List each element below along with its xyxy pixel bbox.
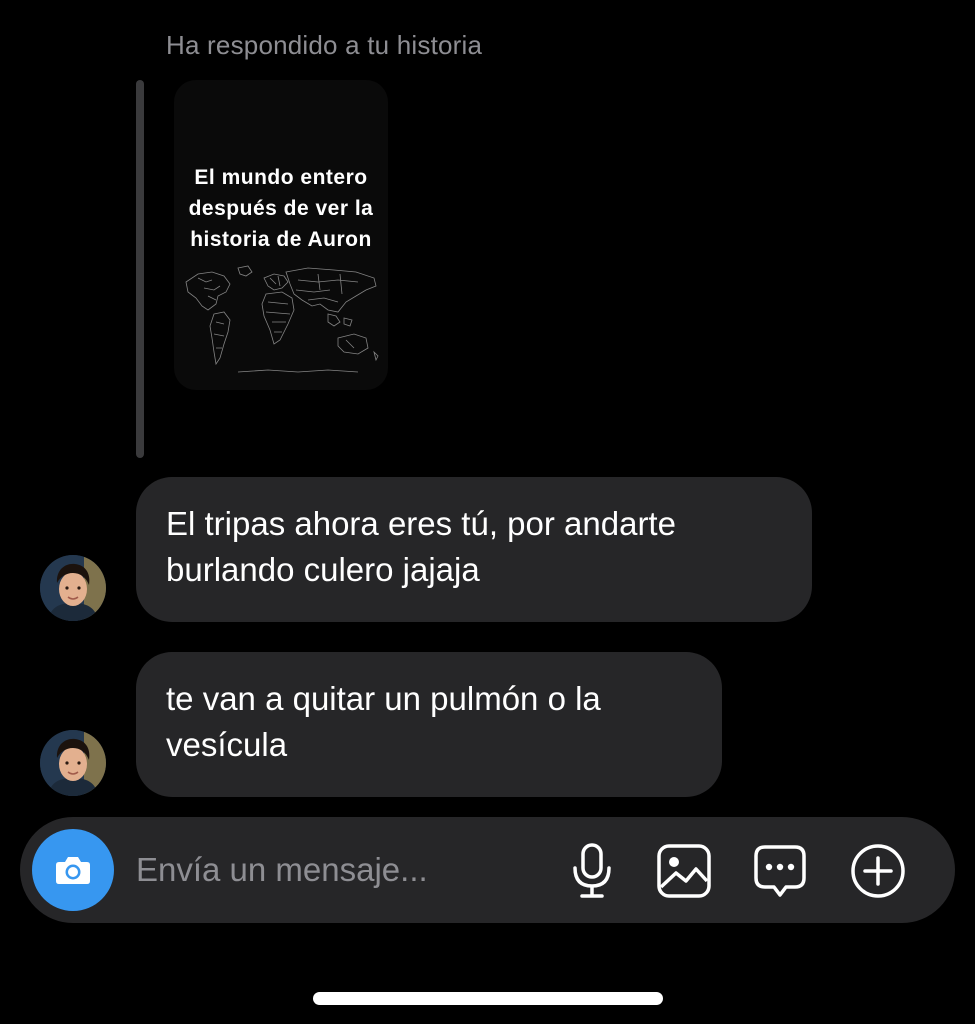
profile-photo [40, 555, 106, 621]
plus-circle-icon [851, 844, 905, 898]
more-options-button[interactable] [848, 841, 908, 901]
story-text-line: después de ver la [188, 197, 374, 220]
message-bubble[interactable]: te van a quitar un pulmón o la vesícula [136, 652, 722, 797]
gallery-icon [657, 844, 711, 898]
camera-button[interactable] [32, 829, 114, 911]
message-text-line: vesícula [166, 726, 288, 763]
story-reply-caption: Ha respondido a tu historia [166, 30, 483, 60]
story-text-line: El mundo entero [194, 166, 368, 189]
message-text-line: te van a quitar un pulmón o la [166, 680, 601, 717]
reply-indicator-bar [136, 80, 144, 458]
avatar[interactable] [40, 730, 106, 796]
avatar[interactable] [40, 555, 106, 621]
story-text: El mundo entero después de ver la histor… [174, 162, 388, 255]
home-indicator[interactable] [313, 992, 663, 1005]
message-composer [20, 817, 955, 923]
message-text-line: El tripas ahora eres tú, por andarte [166, 505, 676, 542]
sticker-button[interactable] [750, 841, 810, 901]
microphone-button[interactable] [562, 841, 622, 901]
gallery-button[interactable] [654, 841, 714, 901]
story-text-line: historia de Auron [190, 228, 372, 251]
story-preview[interactable]: El mundo entero después de ver la histor… [174, 80, 388, 390]
message-bubble[interactable]: El tripas ahora eres tú, por andarte bur… [136, 477, 812, 622]
world-map-image [185, 265, 379, 373]
chat-screen: Ha respondido a tu historia El mundo ent… [0, 0, 975, 1024]
microphone-icon [573, 843, 611, 898]
camera-icon [56, 857, 90, 884]
message-input[interactable] [136, 847, 556, 893]
sticker-icon [754, 845, 806, 897]
profile-photo [40, 730, 106, 796]
message-text-line: burlando culero jajaja [166, 551, 480, 588]
